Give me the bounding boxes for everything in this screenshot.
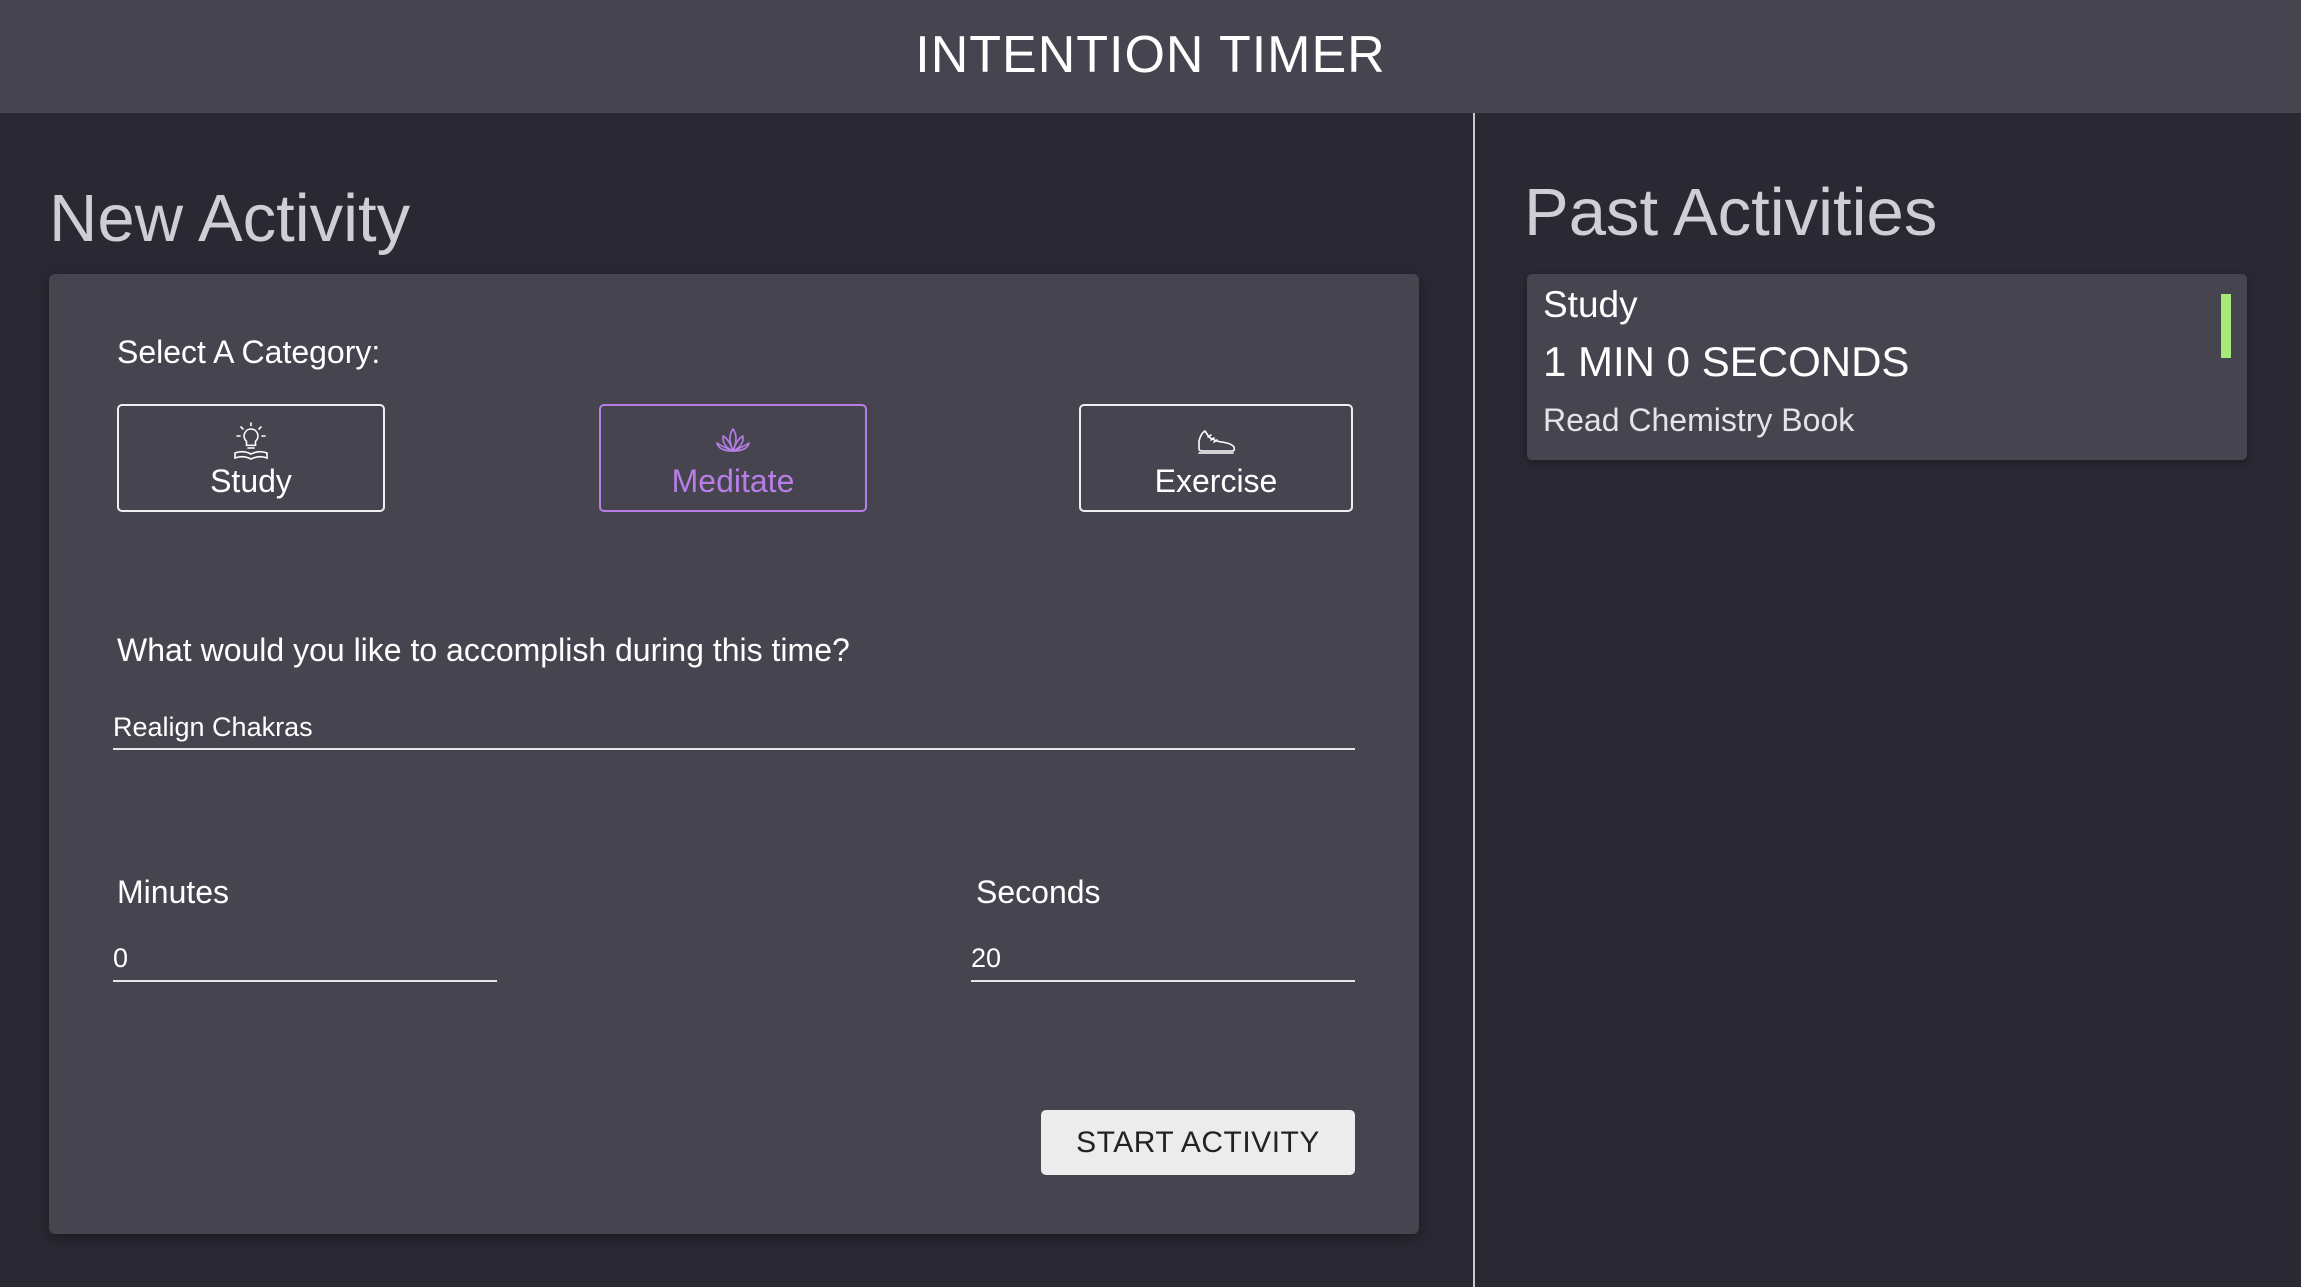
- past-activity-category: Study: [1543, 284, 1638, 325]
- category-study-button[interactable]: Study: [117, 404, 385, 512]
- new-activity-title: New Activity: [49, 181, 411, 256]
- category-exercise-button[interactable]: Exercise: [1079, 404, 1353, 512]
- past-activity-duration: 1 MIN 0 SECONDS: [1543, 338, 1910, 385]
- description-input[interactable]: [113, 712, 1355, 750]
- lotus-icon: [716, 427, 750, 452]
- sneaker-icon: [1198, 429, 1236, 454]
- app-title: INTENTION TIMER: [915, 25, 1386, 84]
- minutes-label: Minutes: [117, 874, 230, 910]
- app-header: INTENTION TIMER: [0, 0, 2301, 113]
- lightbulb-book-icon: [234, 421, 268, 460]
- category-study-label: Study: [210, 462, 292, 499]
- past-activities-title: Past Activities: [1524, 175, 1938, 250]
- minutes-input[interactable]: [113, 942, 497, 982]
- seconds-label: Seconds: [976, 874, 1101, 910]
- category-meditate-label: Meditate: [671, 462, 795, 499]
- category-prompt: Select A Category:: [117, 334, 381, 370]
- past-activity-description: Read Chemistry Book: [1543, 402, 1855, 438]
- description-prompt: What would you like to accomplish during…: [117, 632, 850, 668]
- new-activity-form: Select A Category: Study Meditate Exerci…: [49, 274, 1419, 1234]
- start-activity-button[interactable]: START ACTIVITY: [1041, 1110, 1355, 1175]
- category-exercise-label: Exercise: [1154, 462, 1278, 499]
- category-meditate-button[interactable]: Meditate: [599, 404, 867, 512]
- column-divider: [1473, 113, 1475, 1287]
- category-color-indicator: [2221, 294, 2231, 358]
- seconds-input[interactable]: [971, 942, 1355, 982]
- past-activity-card: Study 1 MIN 0 SECONDS Read Chemistry Boo…: [1527, 274, 2247, 460]
